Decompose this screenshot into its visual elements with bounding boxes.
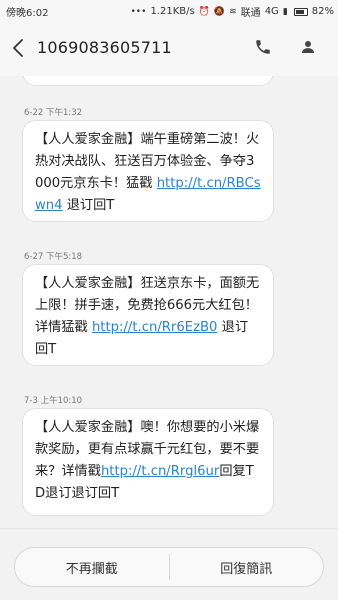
message-list[interactable]: 6-22 下午1:32 【人人爱家金融】端午重磅第二波！火热对决战队、狂送百万体… — [0, 76, 338, 528]
status-carrier: 联通 — [240, 8, 261, 19]
wifi-icon: ≋ — [229, 6, 237, 17]
message-bubble[interactable]: 【人人爱家金融】噢！你想要的小米爆款奖励，更有点球赢千元红包，要不要来？详情戳h… — [22, 408, 274, 516]
status-network: 4G — [264, 6, 279, 17]
signal-icon: ▮ — [282, 6, 288, 17]
back-arrow-icon[interactable] — [9, 37, 27, 59]
battery-fill — [295, 9, 304, 14]
status-bar: 傍晚6:02 ••• 1.21KB/s ⏰ 🔕 ≋ 联通 4G ▮ 82% — [0, 0, 338, 20]
message-bubble[interactable]: 【人人爱家金融】端午重磅第二波！火热对决战队、狂送百万体验金、争夺3000元京东… — [22, 120, 274, 222]
message-text-suffix: 退订回T — [62, 198, 115, 213]
bottom-action-bar: 不再攔截 回復簡訊 — [0, 528, 338, 600]
message-link[interactable]: http://t.cn/Rr6EzB0 — [92, 320, 217, 335]
message-bubble[interactable]: 【人人爱家金融】狂送京东卡，面额无上限！拼手速，免费抢666元大红包！详情猛戳 … — [22, 264, 274, 366]
unblock-button[interactable]: 不再攔截 — [15, 548, 169, 586]
conversation-title: 1069083605711 — [37, 38, 172, 57]
conversation-header: 1069083605711 — [0, 20, 338, 76]
status-right: ••• 1.21KB/s ⏰ 🔕 ≋ 联通 4G ▮ 82% — [131, 4, 335, 19]
contact-icon[interactable] — [299, 38, 317, 56]
reply-sms-button[interactable]: 回復簡訊 — [170, 548, 324, 586]
status-battery: 82% — [311, 6, 334, 17]
status-time: 傍晚6:02 — [6, 8, 49, 19]
message-link[interactable]: http://t.cn/Rrgl6ur — [101, 464, 219, 479]
message-timestamp: 6-22 下午1:32 — [24, 108, 83, 118]
message-timestamp: 6-27 下午5:18 — [24, 252, 83, 262]
mute-icon: 🔕 — [213, 6, 226, 17]
more-dots-icon: ••• — [130, 6, 147, 17]
status-speed: 1.21KB/s — [150, 6, 195, 17]
bottom-button-group: 不再攔截 回復簡訊 — [14, 547, 324, 587]
phone-icon[interactable] — [254, 38, 272, 56]
alarm-icon: ⏰ — [198, 6, 210, 17]
message-timestamp: 7-3 上午10:10 — [24, 396, 83, 406]
partial-message-bubble — [22, 76, 274, 86]
battery-icon — [293, 7, 308, 16]
